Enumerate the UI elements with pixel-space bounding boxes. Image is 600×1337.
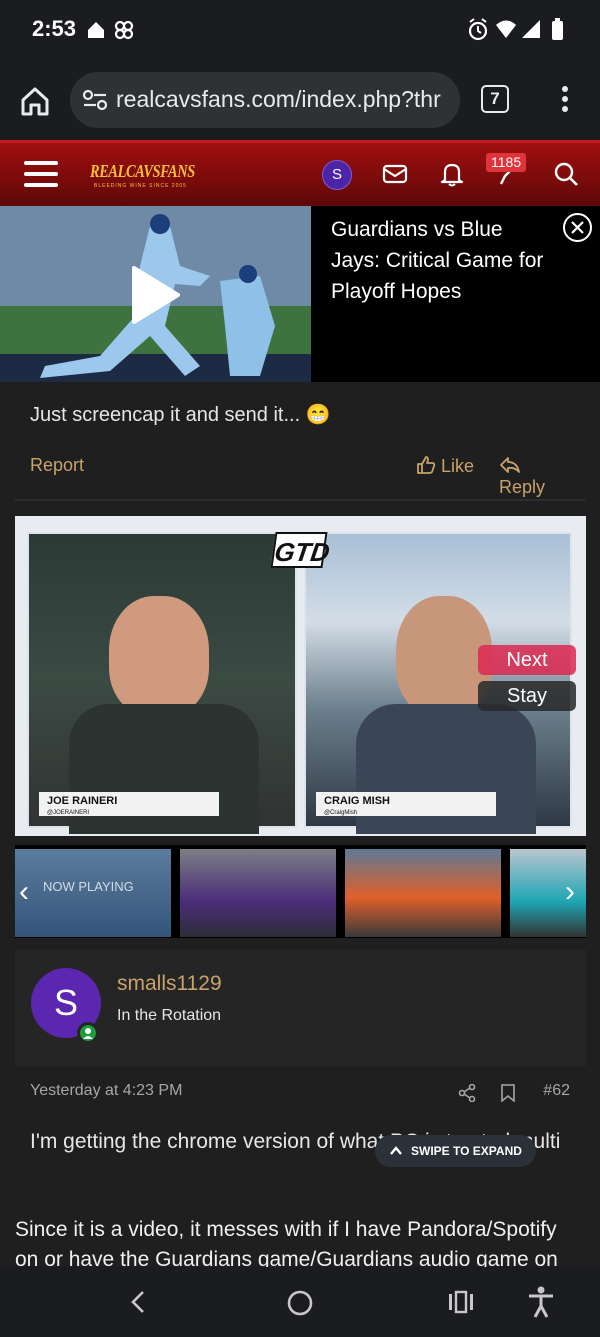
close-video-button[interactable] [563, 213, 592, 242]
right-host-handle: @CraigMish [324, 810, 358, 816]
like-label: Like [441, 456, 475, 476]
bell-icon[interactable] [438, 160, 466, 188]
continued-post-text: Since it is a video, it messes with if I… [15, 1218, 558, 1267]
swipe-label: SWIPE TO EXPAND [411, 1144, 522, 1158]
post-number[interactable]: #62 [543, 1082, 570, 1100]
search-icon[interactable] [552, 160, 580, 188]
nameplate-left: JOE RAINERI @JOERAINERI [39, 792, 219, 816]
notification-count-badge: 1185 [486, 153, 527, 172]
tab-switcher-button[interactable]: 7 [481, 85, 509, 113]
video-thumbnail[interactable] [0, 206, 311, 382]
wifi-icon [496, 20, 516, 38]
inbox-icon[interactable] [381, 160, 409, 188]
carousel-item-2[interactable] [180, 849, 336, 937]
accessibility-icon[interactable] [526, 1285, 556, 1319]
site-settings-icon[interactable] [82, 88, 108, 112]
post-timestamp[interactable]: Yesterday at 4:23 PM [30, 1082, 182, 1099]
home-button[interactable] [18, 84, 52, 118]
video-carousel: NOW PLAYING ‹ › [15, 845, 586, 938]
nameplate-right: CRAIG MISH @CraigMish [316, 792, 496, 816]
like-button[interactable]: Like [416, 455, 474, 477]
account-avatar[interactable]: S [322, 160, 352, 190]
report-link[interactable]: Report [30, 455, 84, 476]
now-playing-label: NOW PLAYING [43, 879, 134, 894]
status-bar: 2:53 [0, 0, 600, 60]
back-icon[interactable] [128, 1289, 148, 1315]
carousel-item-now-playing[interactable]: NOW PLAYING [15, 849, 171, 937]
share-icon[interactable] [458, 1084, 476, 1102]
alarm-icon [468, 18, 488, 41]
url-text[interactable]: realcavsfans.com/index.php?thr [116, 86, 450, 113]
host-face-left [109, 596, 209, 716]
signal-icon [522, 20, 540, 38]
left-host-name: JOE RAINERI [47, 795, 118, 807]
play-icon[interactable] [130, 266, 180, 324]
video-title[interactable]: Guardians vs Blue Jays: Critical Game fo… [331, 214, 551, 307]
left-host-handle: @JOERAINERI [47, 810, 90, 816]
browser-toolbar: realcavsfans.com/index.php?thr 7 [0, 60, 600, 140]
reply-button[interactable]: Reply [499, 455, 570, 498]
swipe-to-expand-button[interactable]: SWIPE TO EXPAND [375, 1135, 536, 1167]
carousel-prev-icon[interactable]: ‹ [19, 875, 29, 909]
post-actions: Report Like Reply [30, 455, 570, 497]
site-logo[interactable]: REALCAVSFANS [90, 161, 195, 182]
status-time: 2:53 [32, 16, 77, 41]
previous-post-text: Just screencap it and send it... 😁 [30, 404, 331, 426]
home-icon [21, 87, 49, 116]
browser-menu-button[interactable] [558, 84, 572, 116]
address-bar[interactable]: realcavsfans.com/index.php?thr [70, 72, 460, 128]
recents-icon[interactable] [447, 1289, 475, 1315]
author-title: In the Rotation [117, 1007, 222, 1024]
carousel-item-3[interactable] [345, 849, 501, 937]
video-left-panel: JOE RAINERI @JOERAINERI [27, 532, 297, 834]
featured-video-banner[interactable]: Guardians vs Blue Jays: Critical Game fo… [0, 206, 600, 382]
online-status-icon [77, 1022, 99, 1044]
post-divider [15, 499, 585, 501]
system-nav-bar [0, 1267, 600, 1337]
status-right-icons [466, 16, 570, 49]
post-meta: Yesterday at 4:23 PM #62 [30, 1082, 570, 1106]
carousel-next-icon[interactable]: › [565, 875, 575, 909]
bookmark-icon[interactable] [500, 1084, 516, 1102]
thumbs-up-icon [417, 456, 436, 474]
close-icon [571, 221, 584, 234]
reply-icon [500, 457, 520, 473]
hamburger-menu-icon[interactable] [24, 161, 58, 187]
reply-label: Reply [499, 477, 546, 497]
show-logo: GTD [270, 532, 332, 568]
post-author-block: S smalls1129 In the Rotation [15, 950, 586, 1066]
status-left-icons [86, 18, 142, 47]
right-host-name: CRAIG MISH [324, 795, 390, 807]
next-video-button[interactable]: Next [478, 645, 576, 675]
home-nav-icon[interactable] [286, 1289, 314, 1317]
autoplay-controls: Next Stay [478, 645, 576, 717]
author-username[interactable]: smalls1129 [117, 972, 222, 996]
battery-icon [552, 18, 563, 40]
stay-video-button[interactable]: Stay [478, 681, 576, 711]
site-header: REALCAVSFANS BLEEDING WINE SINCE 2005 S … [0, 140, 600, 206]
site-logo-tagline: BLEEDING WINE SINCE 2005 [94, 183, 187, 189]
chevron-up-icon [390, 1146, 402, 1155]
home-status-icon [88, 20, 134, 40]
more-vert-icon [562, 86, 568, 112]
